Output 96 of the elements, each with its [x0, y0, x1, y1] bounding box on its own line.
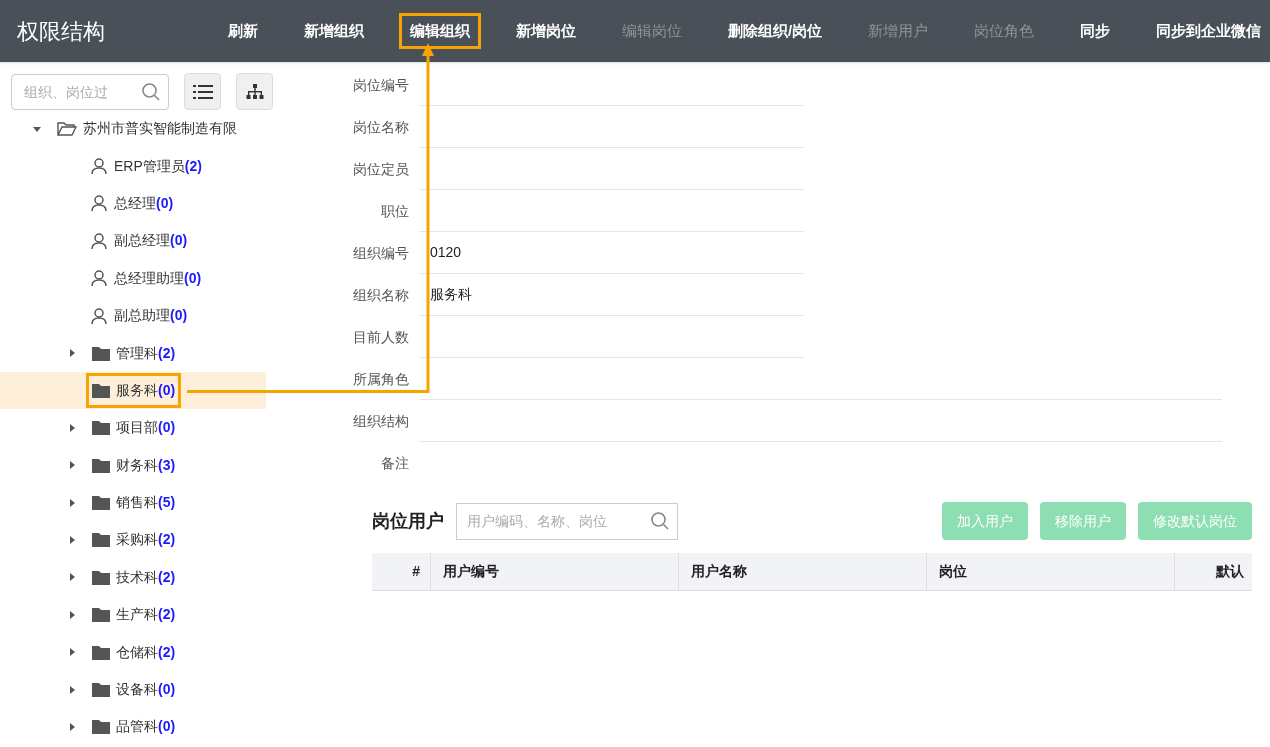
form-field[interactable]: 服务科 [419, 274, 804, 316]
tree-item-label: 设备科(0) [116, 680, 176, 700]
folder-icon [92, 382, 110, 398]
hierarchy-icon [245, 83, 264, 100]
person-icon [90, 194, 108, 213]
tree-item[interactable]: 管理科(2) [0, 334, 266, 372]
form-field[interactable]: 0120 [419, 232, 804, 274]
tree-item[interactable]: 品管科(0) [0, 708, 266, 746]
column-header: 岗位 [926, 553, 1174, 590]
search-icon [650, 510, 670, 531]
toolbar-button[interactable]: 刷新 [220, 15, 266, 47]
caret-right-icon[interactable] [68, 349, 76, 358]
field-label: 岗位名称 [353, 118, 409, 137]
person-icon [90, 306, 108, 325]
field-label: 岗位编号 [353, 76, 409, 95]
field-label: 所属角色 [353, 370, 409, 389]
toolbar-button[interactable]: 新增岗位 [508, 15, 584, 47]
open-folder-icon [57, 120, 77, 137]
caret-right-icon[interactable] [68, 610, 76, 619]
column-header: # [411, 562, 421, 581]
tree-item[interactable]: 副总经理(0) [0, 222, 266, 260]
toolbar-button[interactable]: 编辑组织 [402, 15, 478, 47]
tree-item[interactable]: 总经理(0) [0, 184, 266, 223]
person-icon [90, 231, 108, 250]
folder-icon [92, 457, 110, 473]
folder-icon [92, 569, 110, 585]
folder-icon [92, 682, 110, 698]
column-header: 用户编号 [430, 553, 678, 590]
tree-item[interactable]: 技术科(2) [0, 558, 266, 597]
caret-right-icon[interactable] [68, 573, 76, 582]
tree-item-label: 技术科(2) [116, 567, 176, 587]
caret-right-icon[interactable] [68, 461, 76, 470]
search-icon [141, 81, 161, 102]
caret-right-icon[interactable] [68, 423, 76, 432]
tree-item-label: 副总助理(0) [114, 306, 188, 326]
tree-item-label: 财务科(3) [116, 455, 176, 475]
tree-item-label: 副总经理(0) [114, 231, 188, 251]
toolbar-button[interactable]: 同步到企业微信 [1148, 15, 1270, 47]
field-label: 备注 [381, 454, 409, 473]
tree-item-label: 品管科(0) [116, 717, 176, 737]
caret-right-icon[interactable] [68, 498, 76, 507]
tree-item-label: 采购科(2) [116, 530, 176, 550]
filter-field[interactable]: 组织、岗位过 [11, 73, 169, 110]
tree-item-label: 服务科(0) [116, 380, 176, 400]
section-title: 岗位用户 [372, 509, 444, 533]
field-label: 目前人数 [353, 328, 409, 347]
folder-icon [92, 532, 110, 548]
user-search-field[interactable]: 用户编码、名称、岗位 [456, 502, 678, 540]
field-label: 组织结构 [353, 412, 409, 431]
tree-item[interactable]: 设备科(0) [0, 670, 266, 709]
caret-down-icon[interactable] [33, 124, 41, 133]
caret-right-icon[interactable] [68, 685, 76, 694]
tree-item[interactable]: ERP管理员(2) [0, 147, 266, 185]
tree-item-label: ERP管理员(2) [114, 156, 202, 176]
tree-item[interactable]: 仓储科(2) [0, 633, 266, 671]
tree-item[interactable]: 采购科(2) [0, 521, 266, 559]
page-title: 权限结构 [16, 17, 106, 46]
tree-item-label: 销售科(5) [116, 493, 176, 513]
person-icon [90, 157, 108, 176]
tree-item[interactable]: 财务科(3) [0, 446, 266, 484]
tree-item[interactable]: 服务科(0) [0, 371, 266, 410]
column-header: 默认 [1174, 553, 1252, 590]
field-label: 组织编号 [353, 244, 409, 263]
tree-item[interactable]: 总经理助理(0) [0, 259, 266, 297]
tree-item-label: 仓储科(2) [116, 642, 176, 662]
tree-item[interactable]: 项目部(0) [0, 409, 266, 447]
folder-icon [92, 495, 110, 511]
tree-item-label: 总经理(0) [114, 193, 174, 213]
field-label: 岗位定员 [353, 160, 409, 179]
tree-item[interactable]: 生产科(2) [0, 596, 266, 634]
tree-item-label: 管理科(2) [116, 343, 176, 363]
toolbar-button[interactable]: 同步 [1072, 15, 1119, 47]
folder-icon [92, 644, 110, 660]
toolbar-button[interactable]: 新增组织 [296, 15, 372, 47]
folder-icon [92, 719, 110, 735]
column-header: 用户名称 [678, 553, 926, 590]
folder-icon [92, 420, 110, 436]
tree-item[interactable]: 苏州市普实智能制造有限 [0, 110, 266, 148]
hierarchy-view-button[interactable] [236, 73, 273, 110]
field-label: 组织名称 [353, 286, 409, 305]
tree-item-label: 总经理助理(0) [114, 268, 202, 288]
tree-item-label: 项目部(0) [116, 418, 176, 438]
tree-item-label: 生产科(2) [116, 605, 176, 625]
field-label: 职位 [381, 202, 409, 221]
caret-right-icon[interactable] [68, 648, 76, 657]
person-icon [90, 269, 108, 288]
list-view-button[interactable] [184, 73, 221, 110]
caret-right-icon[interactable] [68, 536, 76, 544]
folder-icon [92, 345, 110, 361]
tree-item[interactable]: 销售科(5) [0, 483, 266, 522]
tree-item[interactable]: 副总助理(0) [0, 296, 266, 335]
list-icon [192, 83, 213, 100]
caret-right-icon[interactable] [68, 722, 76, 731]
folder-icon [92, 607, 110, 623]
toolbar-button[interactable]: 删除组织/岗位 [720, 15, 831, 47]
tree-item-label: 苏州市普实智能制造有限 [83, 119, 237, 139]
